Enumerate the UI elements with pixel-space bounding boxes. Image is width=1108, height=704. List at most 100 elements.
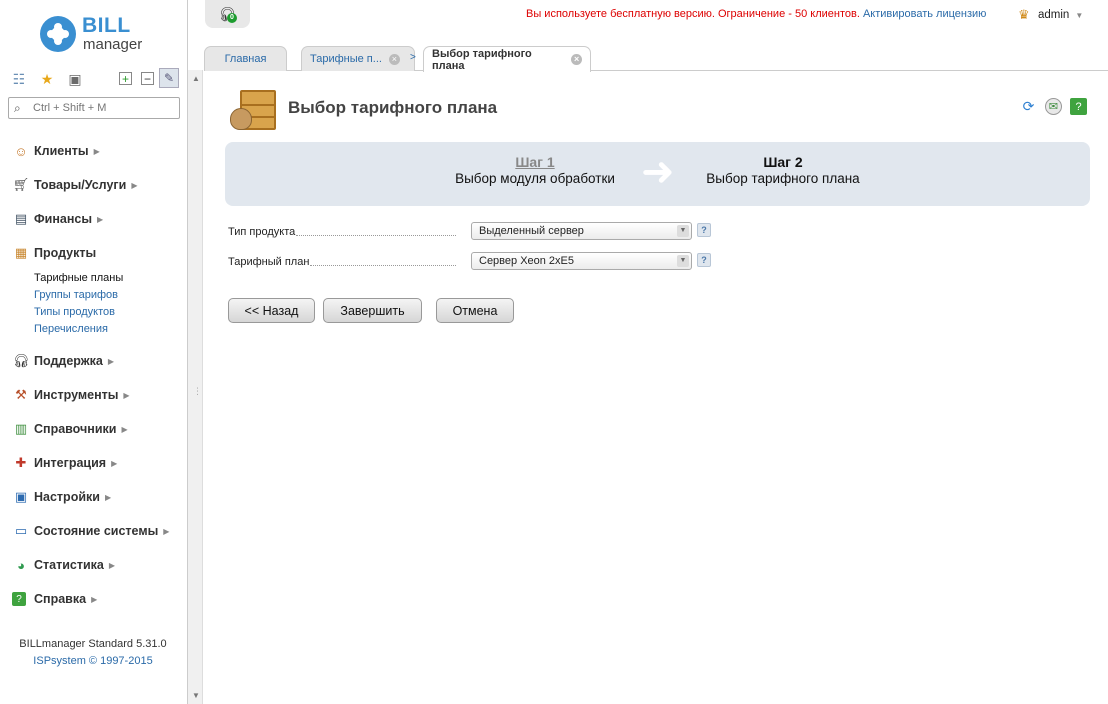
chevron-right-icon: ▶	[93, 146, 100, 156]
menu-item-clients[interactable]: ☺ Клиенты ▶	[0, 134, 186, 168]
menu-item-finance[interactable]: ▤ Финансы ▶	[0, 202, 186, 236]
menu-label: Продукты	[34, 246, 97, 260]
pie-chart-icon: ◕	[17, 557, 25, 573]
activate-license-link[interactable]: Активировать лицензию	[863, 8, 986, 20]
close-tab-icon[interactable]: ×	[388, 53, 400, 65]
bookmark-icon[interactable]: ✉	[1045, 98, 1062, 115]
menu-item-settings[interactable]: ▣ Настройки ▶	[0, 480, 186, 514]
books-icon: ▥	[14, 421, 28, 436]
tab-label: Тарифные п...	[310, 53, 382, 65]
chevron-down-icon[interactable]: ▼	[677, 225, 689, 237]
chevron-right-icon: ▶	[104, 492, 112, 502]
label-leader	[296, 235, 456, 236]
tab-bar: Главная Тарифные п... × > Выбор тарифног…	[204, 46, 1108, 72]
chevron-right-icon: ▶	[107, 356, 114, 366]
scroll-up-icon[interactable]: ▲	[192, 74, 200, 83]
help-icon[interactable]: ?	[1070, 98, 1087, 115]
submenu-item-enumerations[interactable]: Перечисления	[34, 321, 186, 338]
tools-icon: ⚒	[15, 387, 27, 402]
menu-item-statistics[interactable]: ◕ Статистика ▶	[0, 548, 186, 582]
tab-label: Выбор тарифного плана	[432, 47, 532, 72]
clipboard-icon[interactable]: ▣	[66, 70, 84, 88]
select-value: Сервер Xeon 2xE5	[479, 255, 575, 267]
wizard-step-1[interactable]: Шаг 1 Выбор модуля обработки	[447, 154, 623, 186]
help-icon[interactable]: ?	[697, 223, 711, 237]
chevron-right-icon: >	[410, 52, 416, 63]
menu-item-products[interactable]: ▦ Продукты	[0, 236, 186, 270]
menu-search[interactable]: ⌕	[8, 97, 180, 119]
copyright-link[interactable]: ISPsystem © 1997-2015	[0, 653, 186, 670]
support-count-badge: 0	[227, 13, 237, 23]
logo-icon	[40, 16, 76, 52]
chevron-down-icon: ▼	[1075, 10, 1084, 20]
logo-product: manager	[83, 36, 143, 53]
submenu-item-tariff-groups[interactable]: Группы тарифов	[34, 287, 186, 304]
chevron-down-icon[interactable]: ▼	[677, 255, 689, 267]
tree-view-icon[interactable]: ☷	[10, 70, 28, 88]
clients-icon: ☺	[14, 143, 28, 159]
close-tab-icon[interactable]: ×	[571, 54, 582, 65]
step-number[interactable]: Шаг 1	[447, 154, 623, 170]
menu-label: Клиенты	[34, 144, 89, 158]
menu-item-system-state[interactable]: ▭ Состояние системы ▶	[0, 514, 186, 548]
menu-item-help[interactable]: ? Справка ▶	[0, 582, 186, 616]
page-title: Выбор тарифного плана	[288, 98, 498, 117]
license-notice-text: Вы используете бесплатную версию. Ограни…	[526, 8, 860, 20]
tab-home[interactable]: Главная	[204, 46, 287, 71]
tab-choose-tariff[interactable]: Выбор тарифного плана ×	[423, 46, 591, 72]
select-value: Выделенный сервер	[479, 225, 584, 237]
chevron-right-icon: ▶	[111, 458, 118, 468]
product-type-select[interactable]: Выделенный сервер ▼	[471, 222, 692, 240]
pin-icon[interactable]: ✎	[159, 68, 179, 88]
cart-icon: 🛒︎	[12, 177, 30, 192]
cancel-button[interactable]: Отмена	[436, 298, 514, 323]
puzzle-icon: ✚	[15, 455, 27, 470]
finish-button[interactable]: Завершить	[323, 298, 422, 323]
tariff-plan-select[interactable]: Сервер Xeon 2xE5 ▼	[471, 252, 692, 270]
submenu-item-tariff-plans[interactable]: Тарифные планы	[34, 270, 186, 287]
form-row-product-type: Тип продукта Выделенный сервер ▼ ?	[228, 222, 728, 252]
license-notice: Вы используете бесплатную версию. Ограни…	[526, 8, 986, 20]
chevron-right-icon: ▶	[108, 560, 116, 570]
step-number: Шаг 2	[763, 154, 803, 170]
menu-item-references[interactable]: ▥ Справочники ▶	[0, 412, 186, 446]
scroll-down-icon[interactable]: ▼	[192, 691, 200, 700]
submenu-item-product-types[interactable]: Типы продуктов	[34, 304, 186, 321]
menu-label: Интеграция	[34, 456, 107, 470]
search-icon: ⌕	[14, 101, 21, 115]
step-name: Выбор модуля обработки	[455, 171, 615, 186]
menu-item-support[interactable]: 🎧︎ Поддержка ▶	[0, 344, 186, 378]
sidebar-splitter[interactable]: ▲ ⋮ ▼	[188, 70, 203, 704]
sidebar: BILL manager ☷ ★ ▣ + − ✎ ⌕ ☺ Клиенты ▶ 🛒…	[0, 0, 188, 704]
back-button[interactable]: << Назад	[228, 298, 315, 323]
logo[interactable]: BILL manager	[40, 14, 160, 54]
favorites-star-icon[interactable]: ★	[38, 70, 56, 88]
version-text: BILLmanager Standard 5.31.0	[19, 638, 167, 650]
menu-item-integration[interactable]: ✚ Интеграция ▶	[0, 446, 186, 480]
step-name: Выбор тарифного плана	[706, 171, 860, 186]
refresh-icon[interactable]: ⟳	[1020, 98, 1037, 115]
form-row-tariff-plan: Тарифный план Сервер Xeon 2xE5 ▼ ?	[228, 252, 728, 282]
sidebar-footer: BILLmanager Standard 5.31.0 ISPsystem © …	[0, 636, 186, 670]
user-menu[interactable]: ♛ admin ▼	[1018, 7, 1083, 23]
tab-label: Главная	[224, 53, 267, 65]
main-menu: ☺ Клиенты ▶ 🛒︎ Товары/Услуги ▶ ▤ Финансы…	[0, 134, 186, 616]
expand-all-icon[interactable]: +	[119, 72, 132, 86]
monitor-icon: ▭	[14, 523, 28, 538]
splitter-grip-icon[interactable]: ⋮	[193, 386, 202, 397]
sidebar-toolbar: ☷ ★ ▣ + − ✎	[8, 68, 183, 90]
menu-search-input[interactable]	[31, 100, 176, 116]
menu-label: Поддержка	[34, 354, 103, 368]
support-button[interactable]: 🎧︎ 0	[205, 0, 250, 28]
menu-item-goods-services[interactable]: 🛒︎ Товары/Услуги ▶	[0, 168, 186, 202]
logo-brand: BILL	[82, 14, 131, 37]
help-icon[interactable]: ?	[697, 253, 711, 267]
collapse-all-icon[interactable]: −	[141, 72, 154, 86]
page-actions: ⟳ ✉ ?	[1020, 98, 1087, 115]
chevron-right-icon: ▶	[121, 424, 128, 434]
tab-tariff-plans[interactable]: Тарифные п... ×	[301, 46, 415, 71]
menu-item-tools[interactable]: ⚒ Инструменты ▶	[0, 378, 186, 412]
chevron-right-icon: ▶	[123, 390, 130, 400]
menu-label: Справка	[34, 592, 87, 606]
chevron-right-icon: ▶	[131, 180, 138, 190]
